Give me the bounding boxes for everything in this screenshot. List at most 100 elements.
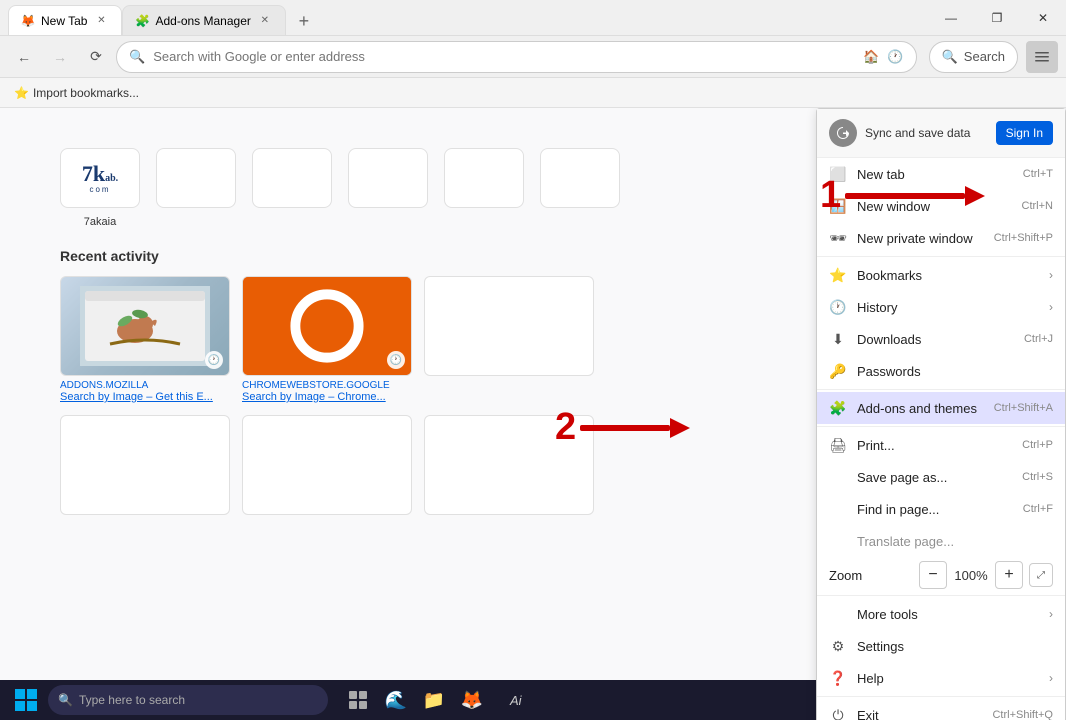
shortcut-5-thumb bbox=[444, 148, 524, 208]
menu-item-print[interactable]: 🖨 Print... Ctrl+P bbox=[817, 429, 1065, 461]
forward-button[interactable]: → bbox=[44, 41, 76, 73]
tab-addons-close[interactable]: ✕ bbox=[257, 13, 273, 29]
shortcut-6[interactable] bbox=[540, 148, 620, 228]
menu-item-addons-shortcut: Ctrl+Shift+A bbox=[994, 402, 1053, 414]
sign-in-button[interactable]: Sign In bbox=[996, 121, 1053, 145]
new-tab-button[interactable]: + bbox=[290, 7, 318, 35]
history-arrow: › bbox=[1049, 300, 1053, 314]
search-box-icon: 🔍 bbox=[942, 49, 958, 65]
menu-item-save-shortcut: Ctrl+S bbox=[1022, 471, 1053, 483]
close-button[interactable]: ✕ bbox=[1020, 0, 1066, 36]
taskbar-app-icons: 🌊 📁 🦊 bbox=[340, 682, 490, 718]
menu-item-history-label: History bbox=[857, 300, 1039, 315]
activity-card-2[interactable]: 🕐 CHROMEWEBSTORE.GOOGLE Search by Image … bbox=[242, 276, 412, 403]
bookmarks-arrow: › bbox=[1049, 268, 1053, 282]
menu-item-find-label: Find in page... bbox=[857, 502, 1013, 517]
zoom-plus-button[interactable]: + bbox=[995, 561, 1023, 589]
shortcut-3[interactable] bbox=[252, 148, 332, 228]
menu-item-settings[interactable]: ⚙ Settings bbox=[817, 630, 1065, 662]
menu-item-private-shortcut: Ctrl+Shift+P bbox=[994, 232, 1053, 244]
zoom-expand-button[interactable]: ⤢ bbox=[1029, 563, 1053, 587]
tab-new-tab[interactable]: 🦊 New Tab ✕ bbox=[8, 5, 122, 35]
activity-card-4 bbox=[60, 415, 230, 515]
private-icon: 🕶 bbox=[829, 229, 847, 247]
menu-item-find-shortcut: Ctrl+F bbox=[1023, 503, 1053, 515]
help-icon: ❓ bbox=[829, 669, 847, 687]
zoom-minus-button[interactable]: − bbox=[919, 561, 947, 589]
menu-item-downloads-label: Downloads bbox=[857, 332, 1014, 347]
divider-2 bbox=[817, 389, 1065, 390]
address-bar[interactable]: 🔍 🏠 🕐 bbox=[116, 41, 917, 73]
menu-item-history[interactable]: 🕐 History › bbox=[817, 291, 1065, 323]
tab-bar: 🦊 New Tab ✕ 🧩 Add-ons Manager ✕ + bbox=[0, 0, 928, 35]
home-icon[interactable]: 🏠 bbox=[863, 49, 879, 65]
shortcut-2[interactable] bbox=[156, 148, 236, 228]
print-icon: 🖨 bbox=[829, 436, 847, 454]
menu-item-bookmarks-label: Bookmarks bbox=[857, 268, 1039, 283]
search-box-label: Search bbox=[964, 49, 1005, 64]
divider-5 bbox=[817, 696, 1065, 697]
activity-card-3 bbox=[424, 276, 594, 403]
firefox-icon: 🦊 bbox=[21, 14, 35, 28]
tab-new-tab-close[interactable]: ✕ bbox=[93, 13, 109, 29]
taskbar-task-view[interactable] bbox=[340, 682, 376, 718]
menu-item-settings-label: Settings bbox=[857, 639, 1053, 654]
menu-item-new-tab[interactable]: ⬜ New tab Ctrl+T bbox=[817, 158, 1065, 190]
firefox-menu-button[interactable] bbox=[1026, 41, 1058, 73]
shortcut-7akaia[interactable]: 7kab. com 7akaia bbox=[60, 148, 140, 228]
empty-card-6 bbox=[424, 415, 594, 515]
empty-card-4 bbox=[60, 415, 230, 515]
new-tab-icon: ⬜ bbox=[829, 165, 847, 183]
bookmarks-icon: ⭐ bbox=[829, 266, 847, 284]
taskbar-explorer[interactable]: 📁 bbox=[416, 682, 452, 718]
activity-source-1: ADDONS.MOZILLA bbox=[60, 380, 230, 391]
menu-item-help[interactable]: ❓ Help › bbox=[817, 662, 1065, 694]
7akaia-logo-sub: com bbox=[82, 185, 118, 194]
menu-item-private-label: New private window bbox=[857, 231, 984, 246]
restore-button[interactable]: ❐ bbox=[974, 0, 1020, 36]
shortcut-4[interactable] bbox=[348, 148, 428, 228]
main-content: 7kab. com 7akaia bbox=[0, 108, 1066, 720]
menu-item-save-label: Save page as... bbox=[857, 470, 1012, 485]
minimize-button[interactable]: — bbox=[928, 0, 974, 36]
address-input[interactable] bbox=[153, 49, 855, 64]
menu-item-downloads[interactable]: ⬇ Downloads Ctrl+J bbox=[817, 323, 1065, 355]
menu-item-exit-label: Exit bbox=[857, 708, 982, 720]
refresh-button[interactable]: ⟳ bbox=[80, 41, 112, 73]
taskbar-firefox[interactable]: 🦊 bbox=[454, 682, 490, 718]
import-bookmarks[interactable]: ⭐ Import bookmarks... bbox=[8, 84, 145, 102]
shortcut-7akaia-label: 7akaia bbox=[84, 216, 116, 228]
bookmark-bar: ⭐ Import bookmarks... bbox=[0, 78, 1066, 108]
start-button[interactable] bbox=[8, 682, 44, 718]
activity-title-1[interactable]: Search by Image – Get this E... bbox=[60, 391, 230, 403]
search-box[interactable]: 🔍 Search bbox=[929, 41, 1018, 73]
menu-item-save[interactable]: Save page as... Ctrl+S bbox=[817, 461, 1065, 493]
exit-icon: ⏻ bbox=[829, 706, 847, 720]
settings-icon: ⚙ bbox=[829, 637, 847, 655]
translate-icon bbox=[829, 532, 847, 550]
menu-item-private-window[interactable]: 🕶 New private window Ctrl+Shift+P bbox=[817, 222, 1065, 254]
shortcut-5[interactable] bbox=[444, 148, 524, 228]
menu-item-exit[interactable]: ⏻ Exit Ctrl+Shift+Q bbox=[817, 699, 1065, 720]
menu-item-addons[interactable]: 🧩 Add-ons and themes Ctrl+Shift+A bbox=[817, 392, 1065, 424]
taskbar-edge[interactable]: 🌊 bbox=[378, 682, 414, 718]
activity-card-1[interactable]: 🕐 ADDONS.MOZILLA Search by Image – Get t… bbox=[60, 276, 230, 403]
menu-item-new-tab-label: New tab bbox=[857, 167, 1013, 182]
menu-item-find[interactable]: Find in page... Ctrl+F bbox=[817, 493, 1065, 525]
activity-title-2[interactable]: Search by Image – Chrome... bbox=[242, 391, 412, 403]
empty-card-3 bbox=[424, 276, 594, 376]
sync-icon bbox=[829, 119, 857, 147]
new-window-icon: 🪟 bbox=[829, 197, 847, 215]
tab-addons[interactable]: 🧩 Add-ons Manager ✕ bbox=[122, 5, 285, 35]
back-button[interactable]: ← bbox=[8, 41, 40, 73]
history-icon[interactable]: 🕐 bbox=[887, 49, 903, 65]
menu-item-bookmarks[interactable]: ⭐ Bookmarks › bbox=[817, 259, 1065, 291]
search-icon: 🔍 bbox=[129, 49, 145, 65]
import-icon: ⭐ bbox=[14, 86, 29, 100]
menu-item-passwords[interactable]: 🔑 Passwords bbox=[817, 355, 1065, 387]
more-tools-icon bbox=[829, 605, 847, 623]
taskbar-search[interactable]: 🔍 Type here to search bbox=[48, 685, 328, 715]
menu-item-new-window[interactable]: 🪟 New window Ctrl+N bbox=[817, 190, 1065, 222]
menu-item-more-tools[interactable]: More tools › bbox=[817, 598, 1065, 630]
menu-item-translate[interactable]: Translate page... bbox=[817, 525, 1065, 557]
